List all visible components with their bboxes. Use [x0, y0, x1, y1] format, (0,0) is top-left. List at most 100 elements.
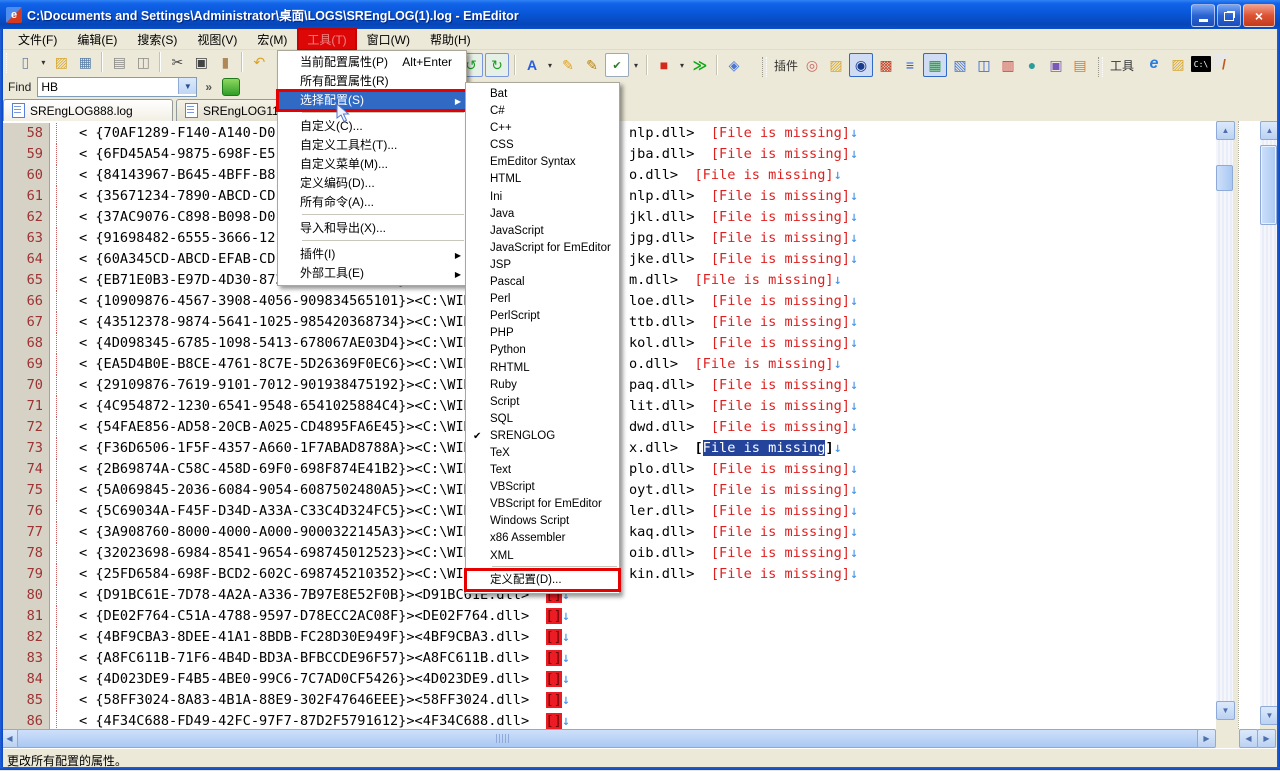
configuration-item[interactable]: HTML	[466, 171, 619, 188]
external-tool-icon[interactable]: ▨	[1167, 53, 1189, 75]
toolbar-icon[interactable]: ◈	[723, 54, 745, 76]
configuration-item[interactable]: VBScript for EmEditor	[466, 496, 619, 513]
toolbar-icon[interactable]	[514, 55, 516, 75]
menubar-item[interactable]: 宏(M)	[247, 28, 297, 51]
configuration-item[interactable]: C++	[466, 120, 619, 137]
configuration-item[interactable]: Script	[466, 394, 619, 411]
tools-menu-item[interactable]: 自定义菜单(M)...	[278, 155, 466, 174]
configuration-item[interactable]: EmEditor Syntax	[466, 154, 619, 171]
scroll-right-icon[interactable]: ▶	[1257, 729, 1276, 748]
configuration-item[interactable]: SQL	[466, 411, 619, 428]
toolbar-icon[interactable]	[241, 52, 243, 72]
menubar-item[interactable]: 编辑(E)	[67, 28, 127, 51]
configuration-item[interactable]: JSP	[466, 257, 619, 274]
configuration-item[interactable]: Bat	[466, 86, 619, 103]
menubar-item[interactable]: 视图(V)	[187, 28, 247, 51]
tools-menu-item[interactable]: 自定义(C)...	[278, 117, 466, 136]
minimize-button[interactable]	[1191, 4, 1215, 27]
configuration-item[interactable]: JavaScript for EmEditor	[466, 240, 619, 257]
plugin-toolbar-icon[interactable]: ▩	[875, 54, 897, 76]
configuration-item[interactable]: PerlScript	[466, 308, 619, 325]
configuration-item[interactable]: TeX	[466, 445, 619, 462]
toolbar-icon[interactable]: ≫	[689, 54, 711, 76]
toolbar-grip[interactable]	[1098, 57, 1103, 77]
menubar-item[interactable]: 窗口(W)	[357, 28, 420, 51]
plugin-toolbar-icon[interactable]: ▣	[1045, 54, 1067, 76]
toolbar-icon[interactable]	[101, 52, 103, 72]
toolbar-icon[interactable]	[646, 55, 648, 75]
configuration-item[interactable]: JavaScript	[466, 223, 619, 240]
highlight-tool-icon[interactable]	[222, 78, 240, 96]
configuration-item[interactable]: CSS	[466, 137, 619, 154]
toolbar-icon[interactable]: ▤	[108, 51, 130, 73]
configuration-item[interactable]: Pascal	[466, 274, 619, 291]
toolbar-icon[interactable]: ▯	[14, 51, 36, 73]
editor-line[interactable]: 86< {4F34C688-FD49-42FC-97F7-87D2F579161…	[0, 711, 1216, 729]
plugin-toolbar-icon[interactable]: ≡	[899, 54, 921, 76]
configuration-item[interactable]: PHP	[466, 325, 619, 342]
toolbar-icon[interactable]: ▾	[631, 54, 641, 76]
configuration-item[interactable]: Perl	[466, 291, 619, 308]
configuration-item[interactable]: C#	[466, 103, 619, 120]
plugin-toolbar-icon[interactable]: ◎	[801, 54, 823, 76]
horizontal-scroll-thumb[interactable]	[17, 729, 1199, 748]
external-tool-icon[interactable]: C:\	[1191, 56, 1211, 72]
horizontal-scrollbar[interactable]: ◀ ▶	[0, 729, 1216, 748]
plugin-toolbar-icon[interactable]: ●	[1021, 54, 1043, 76]
toolbar-icon[interactable]: ▦	[74, 51, 96, 73]
configuration-item[interactable]: x86 Assembler	[466, 530, 619, 547]
tools-menu-item[interactable]: 自定义工具栏(T)...	[278, 136, 466, 155]
editor-line[interactable]: 82< {4BF9CBA3-8DEE-41A1-8BDB-FC28D30E949…	[0, 627, 1216, 648]
configuration-item[interactable]: RHTML	[466, 360, 619, 377]
mini-scroll-thumb[interactable]	[1260, 145, 1277, 225]
restore-button[interactable]	[1217, 4, 1241, 27]
tools-menu-item[interactable]: 所有配置属性(R)	[278, 72, 466, 91]
toolbar-icon[interactable]: ✂	[166, 51, 188, 73]
scroll-left-icon[interactable]: ◀	[1239, 729, 1258, 748]
external-tool-icon[interactable]: e	[1143, 53, 1165, 75]
plugin-toolbar-icon[interactable]: ▤	[1069, 54, 1091, 76]
plugin-toolbar-icon[interactable]: ▥	[997, 54, 1019, 76]
tools-menu-item[interactable]: 插件(I)▶	[278, 245, 466, 264]
editor-line[interactable]: 81< {DE02F764-C51A-4788-9597-D78ECC2AC08…	[0, 606, 1216, 627]
configuration-item[interactable]: VBScript	[466, 479, 619, 496]
mini-pane-content[interactable]	[1238, 121, 1260, 729]
plugin-toolbar-icon[interactable]: ◫	[973, 54, 995, 76]
close-button[interactable]: ×	[1243, 4, 1275, 27]
configuration-item[interactable]: Ruby	[466, 377, 619, 394]
tools-menu-item[interactable]: 定义编码(D)...	[278, 174, 466, 193]
plugin-toolbar-icon[interactable]: ▨	[825, 54, 847, 76]
configuration-item[interactable]: ✔SRENGLOG	[466, 428, 619, 445]
tools-menu-item[interactable]: 所有命令(A)...	[278, 193, 466, 212]
editor-line[interactable]: 84< {4D023DE9-F4B5-4BE0-99C6-7C7AD0CF542…	[0, 669, 1216, 690]
toolbar-overflow-chevron[interactable]: »	[205, 80, 212, 94]
toolbar-icon[interactable]: ▾	[677, 54, 687, 76]
toolbar-icon[interactable]: A	[521, 54, 543, 76]
editor-line[interactable]: 85< {58FF3024-8A83-4B1A-88E9-302F47646EE…	[0, 690, 1216, 711]
configuration-item[interactable]: XML	[466, 548, 619, 565]
plugin-toolbar-icon[interactable]: ◉	[849, 53, 873, 77]
toolbar-icon[interactable]: ■	[653, 54, 675, 76]
tools-menu-item[interactable]: 选择配置(S)▶	[278, 91, 466, 110]
vertical-scrollbar[interactable]: ▲ ▼	[1216, 121, 1233, 720]
menubar-item[interactable]: 文件(F)	[8, 28, 67, 51]
configuration-item[interactable]: 定义配置(D)...	[466, 570, 619, 590]
toolbar-icon[interactable]: ▾	[545, 54, 555, 76]
toolbar-icon[interactable]: ↶	[248, 51, 270, 73]
toolbar-icon[interactable]: ✎	[557, 54, 579, 76]
scroll-right-icon[interactable]: ▶	[1197, 729, 1216, 748]
menubar-item[interactable]: 工具(T)	[297, 28, 356, 51]
plugin-toolbar-icon[interactable]: ▧	[949, 54, 971, 76]
toolbar-icon[interactable]	[159, 52, 161, 72]
toolbar-grip[interactable]	[762, 57, 767, 77]
editor-line[interactable]: 83< {A8FC611B-71F6-4B4D-BD3A-BFBCCDE96F5…	[0, 648, 1216, 669]
external-tool-icon[interactable]: /	[1213, 53, 1235, 75]
configuration-item[interactable]: Windows Script	[466, 513, 619, 530]
toolbar-icon[interactable]: ✔	[605, 53, 629, 77]
mini-pane-horizontal-scrollbar[interactable]: ◀ ▶	[1238, 729, 1277, 748]
combo-dropdown-icon[interactable]: ▼	[178, 78, 196, 94]
tools-menu-item[interactable]: 外部工具(E)▶	[278, 264, 466, 283]
toolbar-icon[interactable]: ▨	[50, 51, 72, 73]
tab-srenglog888[interactable]: SREngLOG888.log	[3, 99, 173, 121]
tools-menu-item[interactable]: 导入和导出(X)...	[278, 219, 466, 238]
